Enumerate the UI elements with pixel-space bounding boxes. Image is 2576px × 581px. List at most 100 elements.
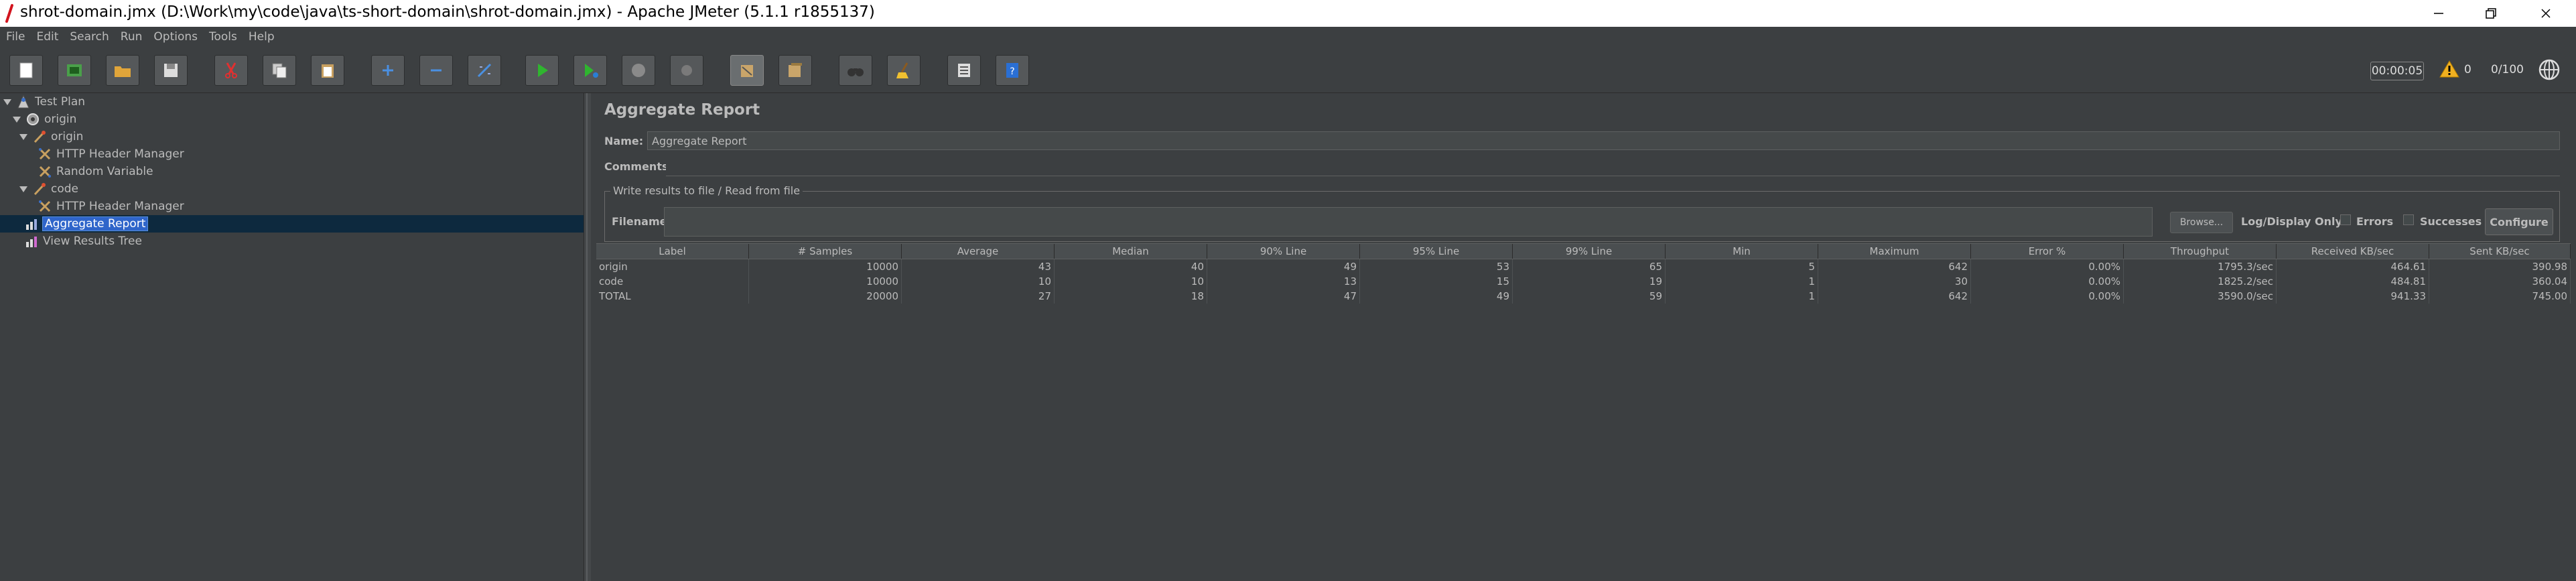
table-row[interactable]: TOTAL 20000 27 18 47 49 59 1 642 0.00% 3… xyxy=(596,289,2571,304)
table-cell: 10000 xyxy=(749,259,902,274)
table-cell: 642 xyxy=(1818,259,1971,274)
successes-checkbox[interactable] xyxy=(2403,214,2414,225)
expanded-arrow-icon[interactable] xyxy=(3,97,12,107)
configure-button[interactable]: Configure xyxy=(2485,208,2553,235)
new-button[interactable] xyxy=(9,55,43,86)
tree-node-aggregate-report[interactable]: Aggregate Report xyxy=(0,215,584,233)
table-row[interactable]: origin 10000 43 40 49 53 65 5 642 0.00% … xyxy=(596,259,2571,274)
menu-search[interactable]: Search xyxy=(70,30,109,44)
table-cell: 1825.2/sec xyxy=(2124,274,2277,289)
function-helper-button[interactable] xyxy=(947,55,981,86)
save-button[interactable] xyxy=(154,55,188,86)
function-list-icon xyxy=(958,64,970,77)
tree-label: Test Plan xyxy=(35,95,86,109)
col-95-line[interactable]: 95% Line xyxy=(1360,244,1513,259)
minimize-button[interactable] xyxy=(2409,0,2469,27)
tree-node-header-manager-2[interactable]: HTTP Header Manager xyxy=(38,198,184,215)
table-cell: 40 xyxy=(1055,259,1207,274)
col-maximum[interactable]: Maximum xyxy=(1818,244,1971,259)
menu-help[interactable]: Help xyxy=(249,30,275,44)
clear-all-button[interactable] xyxy=(778,55,812,86)
remote-globe-icon[interactable] xyxy=(2538,58,2561,81)
table-cell: 19 xyxy=(1513,274,1666,289)
search-button[interactable] xyxy=(839,55,872,86)
name-label: Name: xyxy=(604,135,644,147)
expanded-arrow-icon[interactable] xyxy=(12,115,21,124)
expanded-arrow-icon[interactable] xyxy=(19,184,28,194)
col-sent[interactable]: Sent KB/sec xyxy=(2429,244,2571,259)
comments-field[interactable] xyxy=(666,157,2560,176)
col-99-line[interactable]: 99% Line xyxy=(1513,244,1666,259)
start-button[interactable] xyxy=(525,55,559,86)
errors-checkbox[interactable] xyxy=(2340,214,2351,225)
tree-node-thread-group-origin[interactable]: origin xyxy=(12,111,76,128)
menu-run[interactable]: Run xyxy=(121,30,143,44)
col-median[interactable]: Median xyxy=(1055,244,1207,259)
col-average[interactable]: Average xyxy=(902,244,1055,259)
table-cell: 20000 xyxy=(749,289,902,304)
clear-button[interactable] xyxy=(730,55,764,86)
warning-icon[interactable] xyxy=(2439,60,2459,78)
col-label[interactable]: Label xyxy=(596,244,749,259)
templates-button[interactable] xyxy=(58,55,91,86)
help-book-icon: ? xyxy=(1006,63,1018,78)
col-samples[interactable]: # Samples xyxy=(749,244,902,259)
tree-label: Aggregate Report xyxy=(42,216,149,231)
http-sampler-icon xyxy=(33,131,46,143)
table-cell: origin xyxy=(596,259,749,274)
table-cell: 27 xyxy=(902,289,1055,304)
browse-button[interactable]: Browse... xyxy=(2170,212,2233,233)
toggle-wand-icon xyxy=(477,63,492,78)
table-row[interactable]: code 10000 10 10 13 15 19 1 30 0.00% 182… xyxy=(596,274,2571,289)
col-min[interactable]: Min xyxy=(1666,244,1818,259)
templates-icon xyxy=(67,64,82,76)
paste-button[interactable] xyxy=(311,55,344,86)
tree-node-view-results-tree[interactable]: View Results Tree xyxy=(24,233,142,250)
cut-button[interactable] xyxy=(214,55,248,86)
reset-search-button[interactable] xyxy=(887,55,921,86)
tree-label: HTTP Header Manager xyxy=(56,147,184,161)
shutdown-button[interactable] xyxy=(670,55,703,86)
open-button[interactable] xyxy=(106,55,139,86)
expanded-arrow-icon[interactable] xyxy=(19,132,28,141)
close-button[interactable] xyxy=(2516,0,2576,27)
toggle-button[interactable] xyxy=(468,55,501,86)
restore-icon xyxy=(2486,8,2496,19)
start-no-pauses-button[interactable] xyxy=(573,55,607,86)
table-cell: 3590.0/sec xyxy=(2124,289,2277,304)
table-cell: 43 xyxy=(902,259,1055,274)
table-cell: 0.00% xyxy=(1971,274,2124,289)
table-cell: 1795.3/sec xyxy=(2124,259,2277,274)
menu-bar: File Edit Search Run Options Tools Help xyxy=(0,27,2576,47)
menu-edit[interactable]: Edit xyxy=(36,30,58,44)
table-cell: 47 xyxy=(1207,289,1360,304)
name-field[interactable]: Aggregate Report xyxy=(647,131,2560,150)
tree-node-http-sampler-origin[interactable]: origin xyxy=(19,128,83,145)
tree-node-http-sampler-code[interactable]: code xyxy=(19,180,78,198)
elapsed-time: 00:00:05 xyxy=(2370,62,2424,80)
collapse-all-button[interactable] xyxy=(419,55,453,86)
active-threads: 0/100 xyxy=(2491,63,2524,76)
menu-tools[interactable]: Tools xyxy=(209,30,237,44)
minus-icon xyxy=(431,69,442,72)
col-received[interactable]: Received KB/sec xyxy=(2277,244,2429,259)
menu-file[interactable]: File xyxy=(6,30,25,44)
table-cell: 30 xyxy=(1818,274,1971,289)
stop-button[interactable] xyxy=(622,55,655,86)
tree-node-header-manager-1[interactable]: HTTP Header Manager xyxy=(38,145,184,163)
tree-node-random-variable[interactable]: Random Variable xyxy=(38,163,153,180)
filename-input[interactable] xyxy=(664,207,2153,237)
aggregate-report-panel: Aggregate Report Name: Aggregate Report … xyxy=(591,93,2576,581)
panel-title: Aggregate Report xyxy=(604,101,760,119)
tree-node-test-plan[interactable]: Test Plan xyxy=(3,93,85,111)
copy-button[interactable] xyxy=(263,55,296,86)
table-cell: 484.81 xyxy=(2277,274,2429,289)
help-button[interactable]: ? xyxy=(996,55,1029,86)
col-throughput[interactable]: Throughput xyxy=(2124,244,2277,259)
toolbar: ? xyxy=(0,47,2576,93)
expand-all-button[interactable] xyxy=(371,55,405,86)
col-90-line[interactable]: 90% Line xyxy=(1207,244,1360,259)
menu-options[interactable]: Options xyxy=(153,30,198,44)
restore-button[interactable] xyxy=(2461,0,2521,27)
col-error[interactable]: Error % xyxy=(1971,244,2124,259)
